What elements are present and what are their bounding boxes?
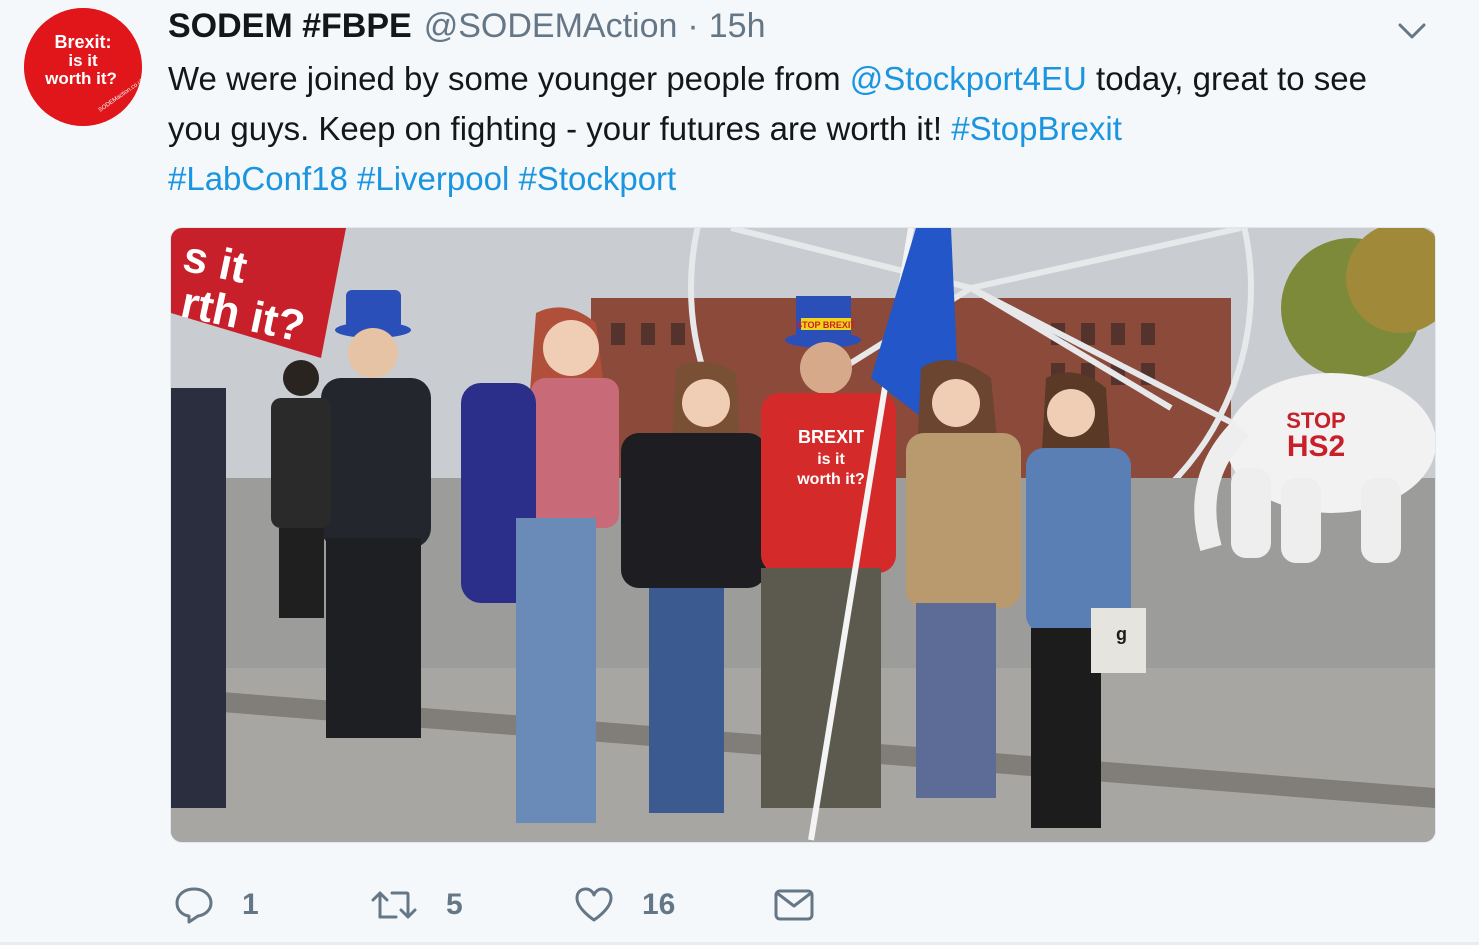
tweet-text-part1: We were joined by some younger people fr… xyxy=(168,60,850,97)
envelope-icon xyxy=(774,889,814,921)
bag-text: g xyxy=(1116,624,1127,644)
shirt-text-3: worth it? xyxy=(796,471,865,488)
avatar-line3: worth it? xyxy=(44,69,117,88)
hashtag-link[interactable]: #StopBrexit xyxy=(951,110,1122,147)
hashtag-link[interactable]: #LabConf18 xyxy=(168,160,348,197)
shirt-text-1: BREXIT xyxy=(798,427,864,447)
retweet-icon xyxy=(371,891,417,919)
hat-text: STOP BREXIT xyxy=(796,320,856,330)
reply-button[interactable]: 1 xyxy=(174,875,259,935)
avatar[interactable]: Brexit: is it worth it? SODEMaction.co.u… xyxy=(24,8,142,126)
heart-icon xyxy=(575,887,613,922)
reply-icon xyxy=(175,887,213,924)
person xyxy=(271,360,331,618)
hashtag-link[interactable]: #Liverpool xyxy=(357,160,509,197)
elephant-text-2: HS2 xyxy=(1287,430,1345,463)
tweet-timestamp[interactable]: 15h xyxy=(709,6,766,46)
display-name[interactable]: SODEM #FBPE xyxy=(168,6,412,46)
chevron-down-icon[interactable] xyxy=(1396,20,1428,42)
like-button[interactable]: 16 xyxy=(574,875,675,935)
tweet[interactable]: Brexit: is it worth it? SODEMaction.co.u… xyxy=(0,0,1479,945)
reply-count: 1 xyxy=(242,888,259,921)
tweet-actions: 1 5 16 xyxy=(170,875,870,935)
avatar-badge: Brexit: is it worth it? SODEMaction.co.u… xyxy=(24,8,142,126)
tweet-header: SODEM #FBPE @SODEMAction · 15h xyxy=(168,6,765,46)
user-handle[interactable]: @SODEMAction xyxy=(424,6,678,46)
retweet-button[interactable]: 5 xyxy=(370,875,463,935)
avatar-line1: Brexit: xyxy=(54,32,111,52)
shirt-text-2: is it xyxy=(817,451,845,468)
separator-dot: · xyxy=(687,7,699,45)
hashtag-link[interactable]: #Stockport xyxy=(518,160,676,197)
tweet-text: We were joined by some younger people fr… xyxy=(168,54,1428,204)
avatar-line2: is it xyxy=(68,51,98,70)
photo-scene: s it rth it? STOP HS2 STOP BREXIT BREXIT… xyxy=(171,228,1435,842)
direct-message-button[interactable] xyxy=(774,875,814,935)
retweet-count: 5 xyxy=(446,888,463,921)
person xyxy=(171,388,226,808)
mention-link[interactable]: @Stockport4EU xyxy=(850,60,1087,97)
tweet-photo[interactable]: s it rth it? STOP HS2 STOP BREXIT BREXIT… xyxy=(170,227,1436,843)
like-count: 16 xyxy=(642,888,676,921)
